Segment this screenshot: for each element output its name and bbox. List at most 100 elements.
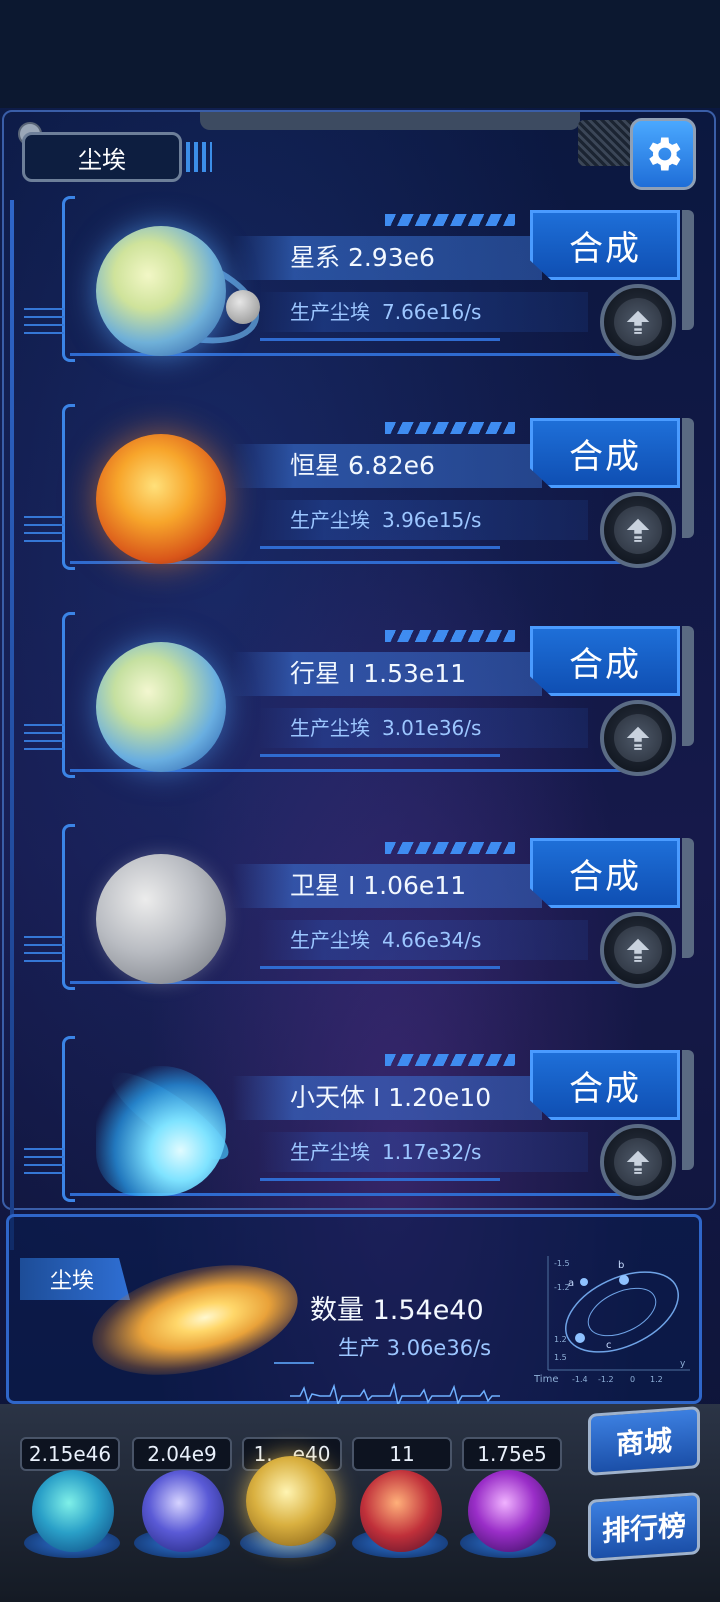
- unit-row-galaxy: 星系 2.93e6 生产尘埃 7.66e16/s 合成: [0, 196, 720, 396]
- rate-value: 3.01e36/s: [382, 716, 482, 740]
- resource-value: 2.04e9: [132, 1437, 232, 1471]
- synthesize-button[interactable]: 合成: [530, 210, 680, 280]
- dash-deco: [385, 1054, 515, 1066]
- star-icon: [96, 434, 226, 564]
- planet-icon: [96, 642, 226, 772]
- rate-value: 4.66e34/s: [382, 928, 482, 952]
- upgrade-button[interactable]: [600, 912, 676, 988]
- dust-count: 数量 1.54e40: [310, 1295, 484, 1326]
- rate-value: 7.66e16/s: [382, 300, 482, 324]
- settings-button[interactable]: [630, 118, 696, 190]
- circuit-deco: [24, 516, 64, 542]
- moon-icon: [226, 290, 260, 324]
- tab-deco: [186, 142, 212, 172]
- unit-rate: 生产尘埃 4.66e34/s: [290, 924, 481, 953]
- synthesize-button[interactable]: 合成: [530, 838, 680, 908]
- orbit-diagram: a b c -1.5 -1.2 1.2 1.5 Time -1.4 -1.2 0…: [534, 1256, 690, 1385]
- upgrade-button[interactable]: [600, 492, 676, 568]
- arrow-up-icon: [626, 938, 650, 962]
- connector-line: [274, 1362, 314, 1364]
- unit-row-small-body: 小天体 I 1.20e10 生产尘埃 1.17e32/s 合成: [0, 1036, 720, 1236]
- rate-label: 生产尘埃: [290, 508, 370, 532]
- row-divider: [260, 338, 500, 341]
- unit-rate: 生产尘埃 7.66e16/s: [290, 296, 481, 325]
- unit-row-star: 恒星 6.82e6 生产尘埃 3.96e15/s 合成: [0, 404, 720, 604]
- leaderboard-button[interactable]: 排行榜: [588, 1492, 700, 1562]
- button-bracket: [682, 210, 694, 330]
- unit-name: 小天体 I 1.20e10: [290, 1083, 492, 1112]
- tab-dust[interactable]: 尘埃: [22, 132, 182, 182]
- dash-deco: [385, 842, 515, 854]
- tab-brain-orb[interactable]: [360, 1470, 442, 1552]
- arrow-up-icon: [626, 518, 650, 542]
- status-strip: [0, 0, 720, 110]
- x-tick: 0: [630, 1375, 635, 1384]
- row-divider: [260, 546, 500, 549]
- upgrade-knob: [614, 506, 662, 554]
- synthesize-button[interactable]: 合成: [530, 1050, 680, 1120]
- row-bracket: [62, 1036, 75, 1202]
- row-divider: [260, 754, 500, 757]
- x-tick: -1.2: [598, 1375, 614, 1384]
- upgrade-button[interactable]: [600, 700, 676, 776]
- dash-deco: [385, 214, 515, 226]
- x-tick: -1.4: [572, 1375, 588, 1384]
- upgrade-button[interactable]: [600, 284, 676, 360]
- unit-row-moon: 卫星 I 1.06e11 生产尘埃 4.66e34/s 合成: [0, 824, 720, 1024]
- arrow-up-icon: [626, 1150, 650, 1174]
- dust-production: 生产 3.06e36/s: [338, 1336, 492, 1360]
- rate-label: 生产尘埃: [290, 928, 370, 952]
- circuit-deco: [24, 1148, 64, 1174]
- moon-icon: [96, 854, 226, 984]
- resource-value: 2.15e46: [20, 1437, 120, 1471]
- shop-button[interactable]: 商城: [588, 1406, 700, 1476]
- rate-label: 生产尘埃: [290, 300, 370, 324]
- unit-name: 恒星 6.82e6: [290, 451, 435, 480]
- circuit-deco: [24, 936, 64, 962]
- unit-name: 星系 2.93e6: [290, 243, 435, 272]
- unit-name: 卫星 I 1.06e11: [290, 871, 467, 900]
- tab-atom-orb[interactable]: [32, 1470, 114, 1552]
- point-label-c: c: [606, 1340, 612, 1351]
- galaxy-icon: [96, 226, 226, 356]
- upgrade-knob: [614, 1138, 662, 1186]
- y-axis-label: y: [680, 1359, 686, 1369]
- gear-icon: [649, 137, 681, 171]
- upgrade-knob: [614, 926, 662, 974]
- button-bracket: [682, 838, 694, 958]
- y-tick: -1.2: [554, 1283, 570, 1292]
- row-divider: [260, 966, 500, 969]
- button-bracket: [682, 418, 694, 538]
- row-bracket: [62, 612, 75, 778]
- circuit-deco: [24, 308, 64, 334]
- rate-value: 3.96e15/s: [382, 508, 482, 532]
- tab-lightning-orb[interactable]: [142, 1470, 224, 1552]
- unit-name: 行星 I 1.53e11: [290, 659, 467, 688]
- x-tick: 1.2: [650, 1375, 663, 1384]
- vent-grille: [578, 120, 634, 166]
- upgrade-knob: [614, 298, 662, 346]
- row-bracket: [62, 824, 75, 990]
- tab-dust-orb[interactable]: [246, 1456, 336, 1546]
- unit-rate: 生产尘埃 1.17e32/s: [290, 1136, 481, 1165]
- tab-vortex-orb[interactable]: [468, 1470, 550, 1552]
- dash-deco: [385, 422, 515, 434]
- unit-rate: 生产尘埃 3.01e36/s: [290, 712, 481, 741]
- synthesize-button[interactable]: 合成: [530, 626, 680, 696]
- dash-deco: [385, 630, 515, 642]
- upgrade-button[interactable]: [600, 1124, 676, 1200]
- synthesize-button[interactable]: 合成: [530, 418, 680, 488]
- dust-tag: 尘埃: [20, 1258, 130, 1300]
- unit-row-planet: 行星 I 1.53e11 生产尘埃 3.01e36/s 合成: [0, 612, 720, 812]
- upgrade-knob: [614, 714, 662, 762]
- rate-value: 1.17e32/s: [382, 1140, 482, 1164]
- axis-label: Time: [534, 1374, 558, 1385]
- row-divider: [260, 1178, 500, 1181]
- arrow-up-icon: [626, 310, 650, 334]
- button-bracket: [682, 1050, 694, 1170]
- rate-label: 生产尘埃: [290, 716, 370, 740]
- y-tick: -1.5: [554, 1259, 570, 1268]
- y-tick: 1.5: [554, 1353, 567, 1362]
- button-bracket: [682, 626, 694, 746]
- resource-value: 1.75e5: [462, 1437, 562, 1471]
